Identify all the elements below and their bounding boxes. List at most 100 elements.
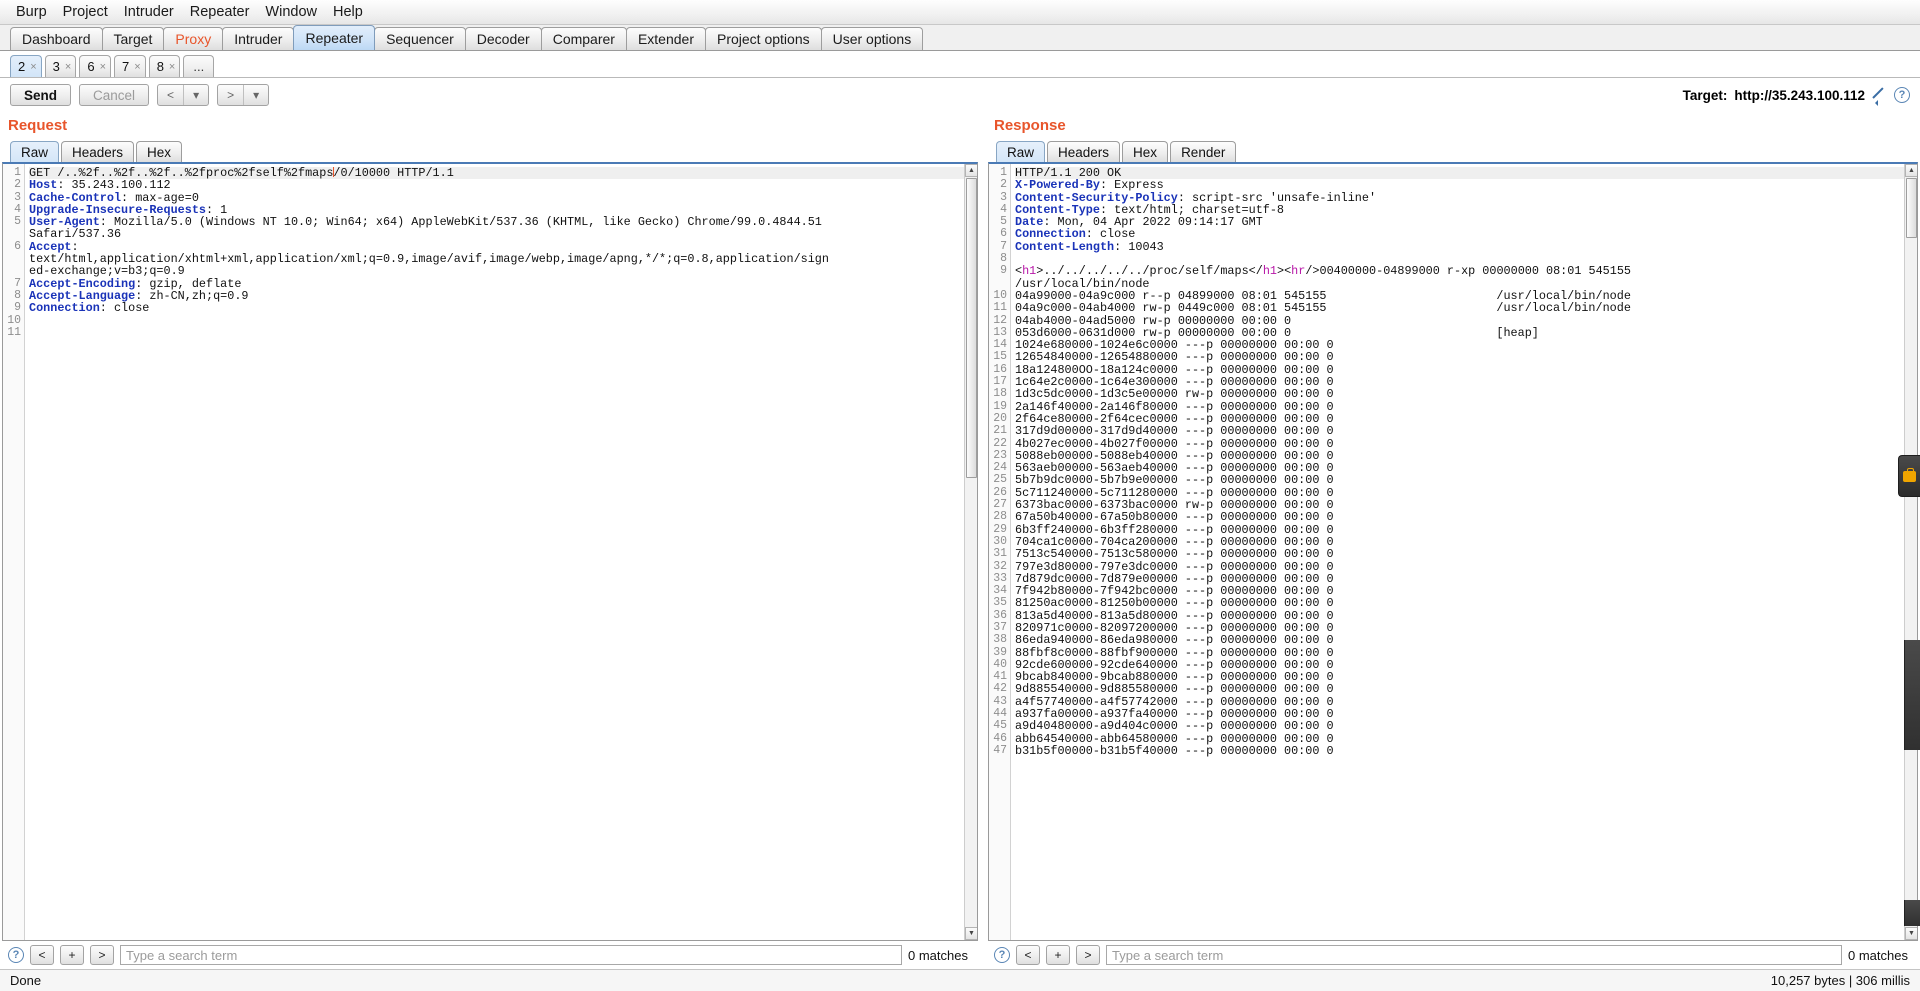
code-text: : Mozilla/5.0 (Windows NT 10.0; Win64; x… [99, 215, 822, 230]
response-search-bar: ? < + > 0 matches [986, 941, 1920, 969]
menu-item-burp[interactable]: Burp [8, 2, 55, 22]
code-text: : close [99, 301, 150, 316]
request-tab-raw[interactable]: Raw [10, 141, 60, 162]
chevron-down-icon[interactable]: ▾ [244, 85, 268, 105]
search-next-button[interactable]: > [90, 945, 114, 965]
edit-pencil-icon[interactable] [1872, 88, 1887, 106]
scroll-up-arrow[interactable]: ▲ [1905, 164, 1917, 177]
close-icon[interactable]: × [134, 61, 140, 73]
request-editor[interactable]: 1 2 3 4 5 6 7 8 9 10 11 GET /..%2f..%2f..%2f..%2fp… [2, 162, 978, 941]
code-line: Content-Length: 10043 [1015, 241, 1917, 253]
response-tab-render[interactable]: Render [1170, 141, 1237, 162]
scrollbar-thumb[interactable] [1906, 178, 1917, 238]
edge-scroll-strip[interactable] [1904, 640, 1920, 750]
back-button-group[interactable]: < ▾ [157, 84, 210, 106]
line-number: 10 [7, 313, 21, 327]
briefcase-icon [1903, 467, 1916, 482]
close-icon[interactable]: × [65, 61, 71, 73]
scroll-down-arrow[interactable]: ▼ [965, 927, 977, 940]
search-add-button[interactable]: + [60, 945, 84, 965]
request-tab-headers[interactable]: Headers [61, 141, 135, 162]
response-search-input[interactable] [1106, 945, 1843, 965]
request-response-split: Request Raw Headers Hex 1 2 3 4 5 6 7 8 9 10 11 GE… [0, 112, 1920, 969]
menu-item-intruder[interactable]: Intruder [116, 2, 182, 22]
code-line: Connection: close [29, 302, 977, 314]
tab-user-options[interactable]: User options [820, 27, 924, 50]
repeater-tab-7[interactable]: 7 × [114, 55, 146, 77]
tab-intruder[interactable]: Intruder [222, 27, 295, 50]
menu-item-repeater[interactable]: Repeater [182, 2, 258, 22]
status-text: Done [10, 973, 42, 988]
repeater-tab-6[interactable]: 6 × [79, 55, 112, 77]
response-tab-hex[interactable]: Hex [1122, 141, 1169, 162]
tab-target[interactable]: Target [101, 27, 165, 50]
help-icon[interactable]: ? [8, 947, 24, 963]
repeater-tab-8[interactable]: 8 × [148, 55, 181, 77]
response-vertical-scrollbar[interactable]: ▲ ▼ [1904, 164, 1917, 940]
tab-decoder[interactable]: Decoder [464, 27, 542, 50]
code-text: : zh-CN,zh;q=0.9 [135, 288, 249, 303]
line-number: 11 [7, 325, 21, 339]
burp-collaborator-edge-tab[interactable] [1898, 455, 1920, 497]
request-pane: Request Raw Headers Hex 1 2 3 4 5 6 7 8 9 10 11 GE… [0, 112, 980, 969]
search-next-button[interactable]: > [1076, 945, 1100, 965]
tab-proxy[interactable]: Proxy [163, 27, 224, 50]
html-tag-name: h1 [1262, 264, 1277, 279]
chevron-down-icon[interactable]: ▾ [184, 85, 208, 105]
menu-item-project[interactable]: Project [55, 2, 116, 22]
code-line: Accept-Language: zh-CN,zh;q=0.9 [29, 290, 977, 302]
forward-button[interactable]: > [218, 85, 243, 105]
tab-sequencer[interactable]: Sequencer [374, 27, 466, 50]
send-button[interactable]: Send [10, 84, 72, 106]
menu-item-help[interactable]: Help [325, 2, 371, 22]
cancel-button[interactable]: Cancel [79, 84, 150, 106]
line-number: 25 [993, 473, 1007, 487]
line-number: 38 [993, 633, 1007, 647]
help-icon[interactable]: ? [1894, 87, 1910, 103]
menu-item-window[interactable]: Window [257, 2, 325, 22]
repeater-new-tab-button[interactable]: ... [183, 55, 215, 77]
request-match-count: 0 matches [908, 947, 968, 963]
code-line: b31b5f00000-b31b5f40000 ---p 00000000 00… [1015, 745, 1917, 757]
line-number [3, 253, 24, 265]
target-url: http://35.243.100.112 [1734, 87, 1865, 103]
line-number: 28 [993, 510, 1007, 524]
line-number: 31 [993, 547, 1007, 561]
scrollbar-thumb[interactable] [966, 178, 977, 478]
repeater-tab-3[interactable]: 3 × [44, 55, 77, 77]
tab-repeater[interactable]: Repeater [293, 25, 376, 50]
repeater-tab-2[interactable]: 2 × [10, 55, 42, 77]
search-prev-button[interactable]: < [1016, 945, 1040, 965]
request-search-input[interactable] [120, 945, 903, 965]
line-number: 12 [993, 313, 1007, 327]
request-view-tabs: Raw Headers Hex [0, 138, 980, 162]
request-gutter: 1 2 3 4 5 6 7 8 9 10 11 [3, 164, 25, 940]
forward-button-group[interactable]: > ▾ [217, 84, 270, 106]
search-prev-button[interactable]: < [30, 945, 54, 965]
request-tab-hex[interactable]: Hex [136, 141, 183, 162]
tab-extender[interactable]: Extender [625, 27, 706, 50]
search-add-button[interactable]: + [1046, 945, 1070, 965]
response-editor[interactable]: 1 2 3 4 5 6 7 8 9 10 11 12 13 14 15 16 17 18 19 20 21 22 23 24 2… [988, 162, 1918, 941]
response-match-count: 0 matches [1848, 947, 1908, 963]
response-code[interactable]: HTTP/1.1 200 OK X-Powered-By: Express Cont… [1011, 164, 1917, 940]
help-icon[interactable]: ? [994, 947, 1010, 963]
line-number: 47 [993, 743, 1007, 757]
line-number [3, 228, 24, 240]
close-icon[interactable]: × [30, 61, 36, 73]
request-code[interactable]: GET /..%2f..%2f..%2f..%2fproc%2fself%2fm… [25, 164, 977, 940]
scroll-up-arrow[interactable]: ▲ [965, 164, 977, 177]
tab-comparer[interactable]: Comparer [540, 27, 627, 50]
close-icon[interactable]: × [169, 61, 175, 73]
tab-dashboard[interactable]: Dashboard [10, 27, 103, 50]
line-number: 18 [993, 387, 1007, 401]
tab-project-options[interactable]: Project options [705, 27, 822, 50]
back-button[interactable]: < [158, 85, 183, 105]
request-vertical-scrollbar[interactable]: ▲ ▼ [964, 164, 977, 940]
scroll-down-arrow[interactable]: ▼ [1905, 927, 1917, 940]
close-icon[interactable]: × [100, 61, 106, 73]
response-tab-raw[interactable]: Raw [996, 141, 1046, 162]
response-tab-headers[interactable]: Headers [1047, 141, 1121, 162]
edge-scroll-strip-2[interactable] [1904, 900, 1920, 926]
